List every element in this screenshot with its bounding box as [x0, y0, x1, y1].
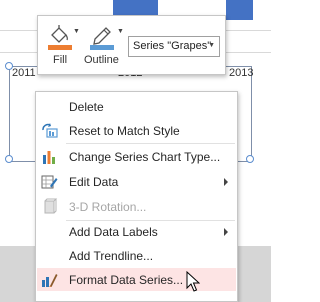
3d-rotation-icon	[41, 198, 58, 215]
submenu-arrow-icon	[224, 228, 228, 236]
menu-item-label: Change Series Chart Type...	[69, 150, 221, 164]
menu-item-add-data-labels[interactable]: Add Data Labels	[37, 220, 236, 243]
paint-bucket-icon	[48, 24, 72, 55]
fill-button[interactable]: ▼ Fill	[42, 16, 80, 74]
submenu-arrow-icon	[224, 178, 228, 186]
menu-item-label: 3-D Rotation...	[69, 200, 147, 214]
menu-separator	[66, 143, 235, 144]
fill-label: Fill	[53, 54, 68, 66]
menu-item-label: Edit Data	[69, 175, 119, 189]
menu-item-label: Add Data Labels	[69, 225, 158, 239]
edit-data-icon	[41, 173, 58, 190]
mouse-cursor-icon	[186, 271, 200, 292]
menu-item-3d-rotation: 3-D Rotation...	[37, 195, 236, 218]
selection-handle[interactable]	[246, 155, 254, 163]
reset-style-icon	[41, 122, 58, 139]
menu-item-label: Delete	[69, 100, 104, 114]
format-series-icon	[41, 271, 58, 288]
menu-item-label: Add Trendline...	[69, 249, 154, 263]
series-select[interactable]: Series "Grapes" ▼	[128, 36, 220, 57]
chevron-down-icon[interactable]: ▼	[208, 42, 215, 49]
mini-toolbar: ▼ Fill ▼ Outline Series "Grapes" ▼	[37, 15, 226, 75]
series-select-value: Series "Grapes"	[133, 40, 212, 52]
menu-item-label: Format Data Series...	[69, 273, 184, 287]
menu-item-reset-style[interactable]: Reset to Match Style	[37, 119, 236, 142]
menu-item-edit-data[interactable]: Edit Data	[37, 170, 236, 193]
selection-handle[interactable]	[5, 155, 13, 163]
chevron-down-icon[interactable]: ▼	[73, 28, 80, 35]
menu-item-label: Reset to Match Style	[69, 124, 180, 138]
menu-item-format-data-series[interactable]: Format Data Series...	[37, 268, 236, 291]
x-axis-label: 2011	[12, 67, 36, 79]
context-menu: Delete Reset to Match Style Change Serie…	[35, 91, 238, 302]
chart-type-icon	[41, 148, 58, 165]
pen-outline-icon	[90, 24, 116, 55]
menu-item-change-chart-type[interactable]: Change Series Chart Type...	[37, 145, 236, 168]
outline-label: Outline	[84, 54, 119, 66]
chevron-down-icon[interactable]: ▼	[117, 28, 124, 35]
x-axis-label: 2013	[229, 67, 254, 79]
outline-button[interactable]: ▼ Outline	[82, 16, 126, 74]
bar-2013[interactable]	[226, 0, 253, 20]
menu-item-delete[interactable]: Delete	[37, 95, 236, 118]
menu-item-add-trendline[interactable]: Add Trendline...	[37, 244, 236, 267]
